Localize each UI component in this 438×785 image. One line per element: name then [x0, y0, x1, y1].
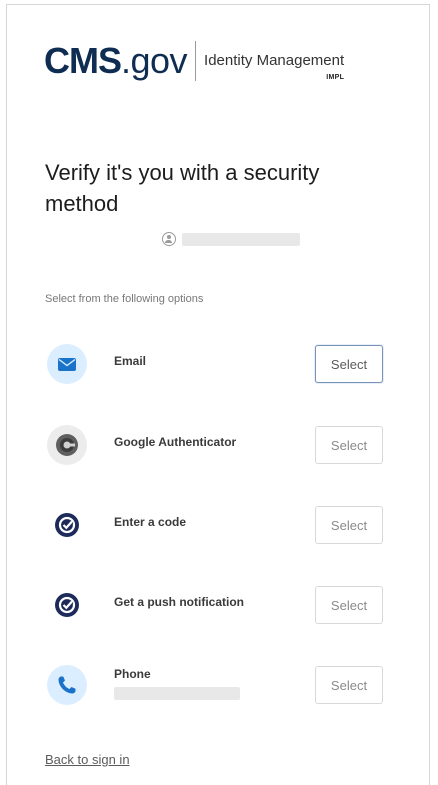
option-label: Phone	[114, 667, 151, 681]
logo-divider	[195, 41, 197, 81]
okta-verify-icon	[47, 505, 87, 545]
select-enter-code-button[interactable]: Select	[315, 506, 383, 544]
user-identifier	[162, 232, 300, 246]
redacted-phone-number	[114, 687, 240, 700]
option-enter-code: Enter a code Select	[45, 503, 390, 549]
option-phone: Phone Select	[45, 663, 390, 709]
phone-icon	[47, 665, 87, 705]
option-label: Google Authenticator	[114, 435, 237, 449]
google-authenticator-icon	[47, 425, 87, 465]
option-push-notification: Get a push notification Select	[45, 583, 390, 629]
logo-gov-text: .gov	[121, 40, 188, 81]
option-label: Email	[114, 354, 147, 368]
select-google-authenticator-button[interactable]: Select	[315, 426, 383, 464]
redacted-username	[182, 232, 300, 246]
logo-product-name: Identity Management	[204, 52, 345, 69]
option-google-authenticator: Google Authenticator Select	[45, 423, 390, 469]
select-email-button[interactable]: Select	[315, 345, 383, 383]
options-subtitle: Select from the following options	[45, 293, 204, 305]
option-email: Email Select	[45, 342, 390, 388]
user-icon	[162, 232, 176, 246]
option-label: Enter a code	[114, 515, 187, 529]
cms-logo: CMS .gov Identity Management IMPL	[44, 40, 344, 82]
okta-verify-icon	[47, 585, 87, 625]
select-phone-button[interactable]: Select	[315, 666, 383, 704]
option-label: Get a push notification	[114, 595, 245, 609]
logo-cms-text: CMS	[44, 40, 122, 81]
logo-product: Identity Management IMPL	[204, 52, 345, 81]
select-push-notification-button[interactable]: Select	[315, 586, 383, 624]
page-title: Verify it's you with a security method	[45, 160, 320, 216]
back-to-sign-in-link[interactable]: Back to sign in	[45, 752, 130, 767]
environment-badge: IMPL	[326, 74, 345, 81]
envelope-icon	[47, 344, 87, 384]
